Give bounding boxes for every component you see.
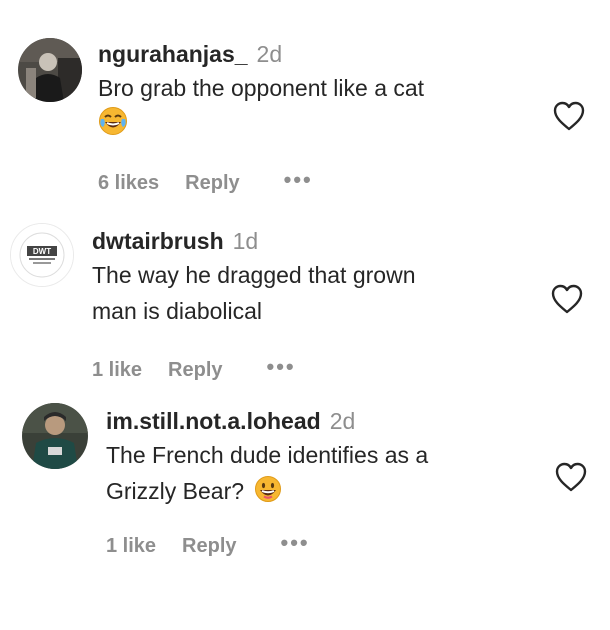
comment-text: The French dude identifies as a Grizzly …: [106, 437, 428, 513]
comment-text-line: The way he dragged that grown: [92, 262, 416, 288]
reply-button[interactable]: Reply: [168, 359, 222, 382]
comment-text-line: Grizzly Bear?: [106, 478, 245, 504]
username[interactable]: dwtairbrush: [92, 227, 224, 255]
comment-text-line: The French dude identifies as a: [106, 442, 429, 468]
comment-item: DWT dwtairbrush 1d The way he dragged th…: [0, 215, 610, 395]
like-heart-icon[interactable]: [552, 100, 586, 137]
comment-text-line: man is diabolical: [92, 298, 263, 324]
comment-item: im.still.not.a.lohead 2d The French dude…: [0, 395, 610, 575]
comment-text: Bro grab the opponent like a cat: [98, 70, 424, 146]
grinning-emoji: [254, 475, 282, 513]
likes-count[interactable]: 1 like: [106, 535, 156, 558]
timestamp: 1d: [232, 228, 259, 254]
timestamp: 2d: [256, 41, 283, 67]
likes-count[interactable]: 6 likes: [98, 172, 159, 195]
avatar-logo-text: DWT: [33, 247, 51, 256]
laughing-tears-emoji: [98, 106, 128, 146]
reply-button[interactable]: Reply: [185, 172, 239, 195]
reply-button[interactable]: Reply: [182, 535, 236, 558]
username[interactable]: ngurahanjas_: [98, 40, 248, 68]
more-options-icon[interactable]: •••: [267, 355, 296, 377]
username[interactable]: im.still.not.a.lohead: [106, 407, 321, 435]
likes-count[interactable]: 1 like: [92, 359, 142, 382]
like-heart-icon[interactable]: [550, 283, 584, 320]
comment-item: ngurahanjas_ 2d Bro grab the opponent li…: [0, 30, 610, 200]
timestamp: 2d: [329, 408, 356, 434]
comment-text: The way he dragged that grown man is dia…: [92, 257, 415, 329]
avatar[interactable]: DWT: [10, 223, 74, 287]
more-options-icon[interactable]: •••: [284, 168, 313, 190]
like-heart-icon[interactable]: [554, 461, 588, 498]
avatar[interactable]: [18, 38, 82, 102]
avatar[interactable]: [22, 403, 88, 469]
more-options-icon[interactable]: •••: [281, 531, 310, 553]
comment-text-line: Bro grab the opponent like a cat: [98, 75, 425, 101]
